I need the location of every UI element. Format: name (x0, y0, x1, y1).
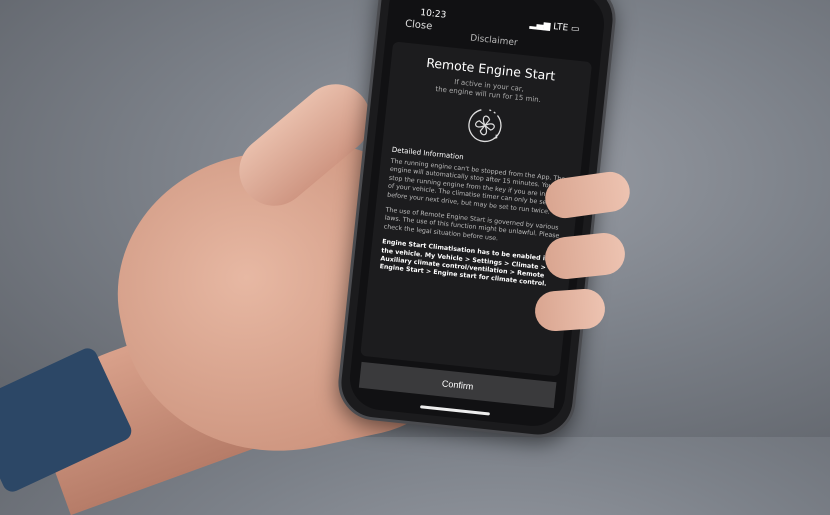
phone: 10:23 ▂▄▆ LTE ▭ Close Disclaimer Remote … (334, 0, 620, 442)
status-time: 10:23 (419, 8, 447, 21)
home-indicator[interactable] (420, 405, 490, 416)
status-network: ▂▄▆ LTE ▭ (529, 19, 580, 35)
fan-rotate-icon (468, 108, 502, 143)
finger (533, 287, 607, 333)
battery-icon: ▭ (570, 23, 580, 35)
finger (543, 230, 627, 282)
signal-icon: ▂▄▆ (529, 19, 554, 32)
